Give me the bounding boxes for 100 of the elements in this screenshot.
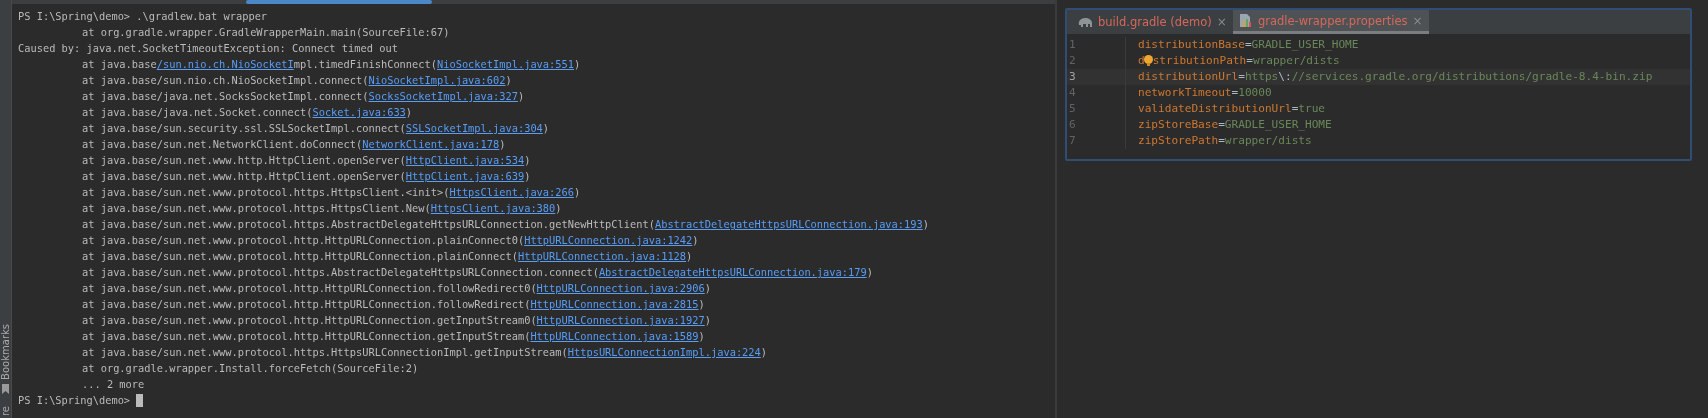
- terminal-text: ): [692, 233, 699, 248]
- line-number: 7: [1067, 133, 1126, 149]
- terminal-text: at java.base/sun.net.www.protocol.https.HttpsClient.<init>(: [82, 185, 450, 200]
- terminal-text: at java.base: [82, 57, 157, 72]
- terminal-text: at org.gradle.wrapper.Install.forceFetch(SourceFile:2): [82, 361, 419, 376]
- close-icon[interactable]: ×: [1216, 15, 1227, 29]
- source-link[interactable]: NioSocketImpl.java:602: [368, 72, 506, 88]
- lightbulb-icon[interactable]: [1143, 55, 1153, 67]
- tool-window-tab[interactable]: re: [0, 405, 12, 416]
- terminal-text: ): [555, 201, 562, 216]
- terminal-text: at java.base/sun.net.www.protocol.http.HttpURLConnection.getInputStream0(: [82, 313, 537, 328]
- property-value: GRADLE_USER_HOME: [1251, 37, 1359, 53]
- property-value: //services.gradle.org/distributions/gradle-8.4-bin.zip: [1291, 69, 1653, 85]
- terminal-text: at java.base/java.net.SocksSocketImpl.connect(: [82, 89, 369, 104]
- terminal-text: at java.base/sun.net.www.protocol.https.HttpsURLConnectionImpl.getInputStream(: [82, 345, 568, 360]
- terminal-text: at java.base/sun.net.www.http.HttpClient.openServer(: [82, 153, 406, 168]
- source-link[interactable]: HttpsURLConnectionImpl.java:224: [567, 344, 761, 360]
- terminal-text: at java.base/sun.net.www.protocol.http.HttpURLConnection.plainConnect(: [82, 249, 518, 264]
- terminal-text: ): [698, 297, 705, 312]
- equals-sign: =: [1231, 85, 1239, 101]
- source-link[interactable]: AbstractDelegateHttpsURLConnection.java:193: [654, 216, 923, 232]
- equals-sign: =: [1244, 37, 1252, 53]
- terminal-text: ): [922, 217, 929, 232]
- terminal-text: at java.base/sun.net.www.protocol.http.HttpURLConnection.followRedirect(: [82, 297, 531, 312]
- terminal-text: at java.base/java.net.Socket.connect(: [82, 105, 313, 120]
- prompt-text: PS I:\Spring\demo>: [18, 393, 131, 408]
- source-link[interactable]: Socket.java:633: [312, 104, 406, 120]
- source-link[interactable]: HttpsClient.java:266: [449, 184, 574, 200]
- terminal-text: ): [405, 105, 413, 120]
- line-number: 6: [1067, 117, 1126, 133]
- source-link[interactable]: HttpURLConnection.java:1128: [517, 248, 687, 264]
- source-link[interactable]: HttpURLConnection.java:1589: [530, 328, 699, 344]
- prompt-text: PS I:\Spring\demo> .\gradlew.bat wrapper: [18, 9, 268, 24]
- terminal-text: ): [542, 121, 550, 136]
- terminal-text: at java.base/sun.net.www.protocol.http.HttpURLConnection.followRedirect0(: [82, 281, 537, 296]
- file-tab[interactable]: build.gradle (demo) ×: [1071, 10, 1233, 34]
- terminal-text: at java.base/sun.net.www.protocol.https.HttpsClient.New(: [82, 201, 431, 216]
- source-link[interactable]: HttpURLConnection.java:2906: [536, 280, 705, 296]
- source-link[interactable]: HttpURLConnection.java:1927: [536, 312, 705, 328]
- source-link[interactable]: AbstractDelegateHttpsURLConnection.java:179: [598, 264, 867, 280]
- terminal-text: ): [505, 73, 512, 88]
- property-key: stributionPath: [1152, 53, 1247, 69]
- elephant-icon: [1077, 16, 1093, 28]
- terminal-text: at java.base/sun.net.www.protocol.https.AbstractDelegateHttpsURLConnection.getNewHttpClient(: [82, 217, 655, 232]
- source-link[interactable]: HttpURLConnection.java:1242: [524, 232, 693, 248]
- terminal-text: mpl.timedFinishConnect(: [293, 57, 437, 72]
- property-key: distributionUrl: [1138, 69, 1239, 85]
- source-link[interactable]: /sun.nio.ch.NioSocketI: [156, 56, 294, 72]
- property-key: distributionBase: [1138, 37, 1245, 53]
- source-link[interactable]: HttpURLConnection.java:2815: [530, 296, 699, 312]
- terminal-text: ): [698, 329, 705, 344]
- source-link[interactable]: HttpClient.java:639: [405, 168, 525, 184]
- property-value: wrapper/dists: [1252, 53, 1340, 69]
- property-key: zipStoreBase: [1138, 117, 1219, 133]
- terminal-text: at java.base/sun.net.www.protocol.http.HttpURLConnection.plainConnect0(: [82, 233, 525, 248]
- source-link[interactable]: SocksSocketImpl.java:327: [368, 88, 518, 104]
- terminal-text: at java.base/sun.net.www.http.HttpClient.openServer(: [82, 169, 406, 184]
- property-value: 10000: [1238, 85, 1272, 101]
- terminal-text: at java.base/sun.nio.ch.NioSocketImpl.connect(: [82, 73, 369, 88]
- property-key: zipStorePath: [1138, 133, 1219, 149]
- terminal-text: ): [704, 313, 711, 328]
- escape-sequence: \:: [1278, 69, 1292, 85]
- property-key: validateDistributionUrl: [1138, 101, 1292, 117]
- source-link[interactable]: NioSocketImpl.java:551: [437, 56, 574, 72]
- source-link[interactable]: SSLSocketImpl.java:304: [405, 120, 543, 136]
- source-link[interactable]: HttpsClient.java:380: [430, 200, 556, 216]
- equals-sign: =: [1291, 101, 1299, 117]
- line-number: 1: [1067, 37, 1126, 53]
- terminal-text: at java.base/sun.net.www.protocol.http.HttpURLConnection.getInputStream(: [82, 329, 531, 344]
- equals-sign: =: [1238, 69, 1245, 85]
- property-key: d: [1138, 53, 1145, 69]
- bookmark-icon: [1, 383, 10, 394]
- source-link[interactable]: NetworkClient.java:178: [362, 136, 500, 152]
- terminal-text: ): [704, 281, 711, 296]
- terminal-text: at java.base/sun.security.ssl.SSLSocketImpl.connect(: [82, 121, 406, 136]
- terminal-text: ): [866, 265, 873, 280]
- terminal-text: ): [760, 345, 768, 360]
- property-value: wrapper/dists: [1224, 133, 1312, 149]
- line-number: 3: [1067, 69, 1126, 85]
- terminal-text: ): [686, 249, 693, 264]
- property-value: GRADLE_USER_HOME: [1224, 117, 1332, 133]
- source-link[interactable]: HttpClient.java:534: [405, 152, 525, 168]
- terminal-text: at java.base/sun.net.www.protocol.https.AbstractDelegateHttpsURLConnection.connect(: [82, 265, 599, 280]
- line-number: 5: [1067, 101, 1126, 117]
- properties-file-icon: [1238, 13, 1253, 28]
- property-value: https: [1244, 69, 1279, 85]
- terminal-text: ... 2 more: [82, 377, 145, 392]
- terminal-text: ): [524, 169, 531, 184]
- terminal-text: at java.base/sun.net.NetworkClient.doConnect(: [82, 137, 363, 152]
- equals-sign: =: [1218, 117, 1225, 133]
- equals-sign: =: [1246, 53, 1253, 69]
- terminal-text: at org.gradle.wrapper.GradleWrapperMain.main(SourceFile:67): [82, 25, 450, 40]
- equals-sign: =: [1218, 133, 1225, 149]
- bookmarks-tab[interactable]: Bookmarks: [0, 324, 12, 380]
- terminal-text: ): [574, 57, 581, 72]
- line-number: 4: [1067, 85, 1126, 101]
- property-value: true: [1298, 101, 1326, 117]
- property-key: networkTimeout: [1138, 85, 1232, 101]
- terminal-text: ): [524, 153, 531, 168]
- terminal-text: ): [574, 185, 581, 200]
